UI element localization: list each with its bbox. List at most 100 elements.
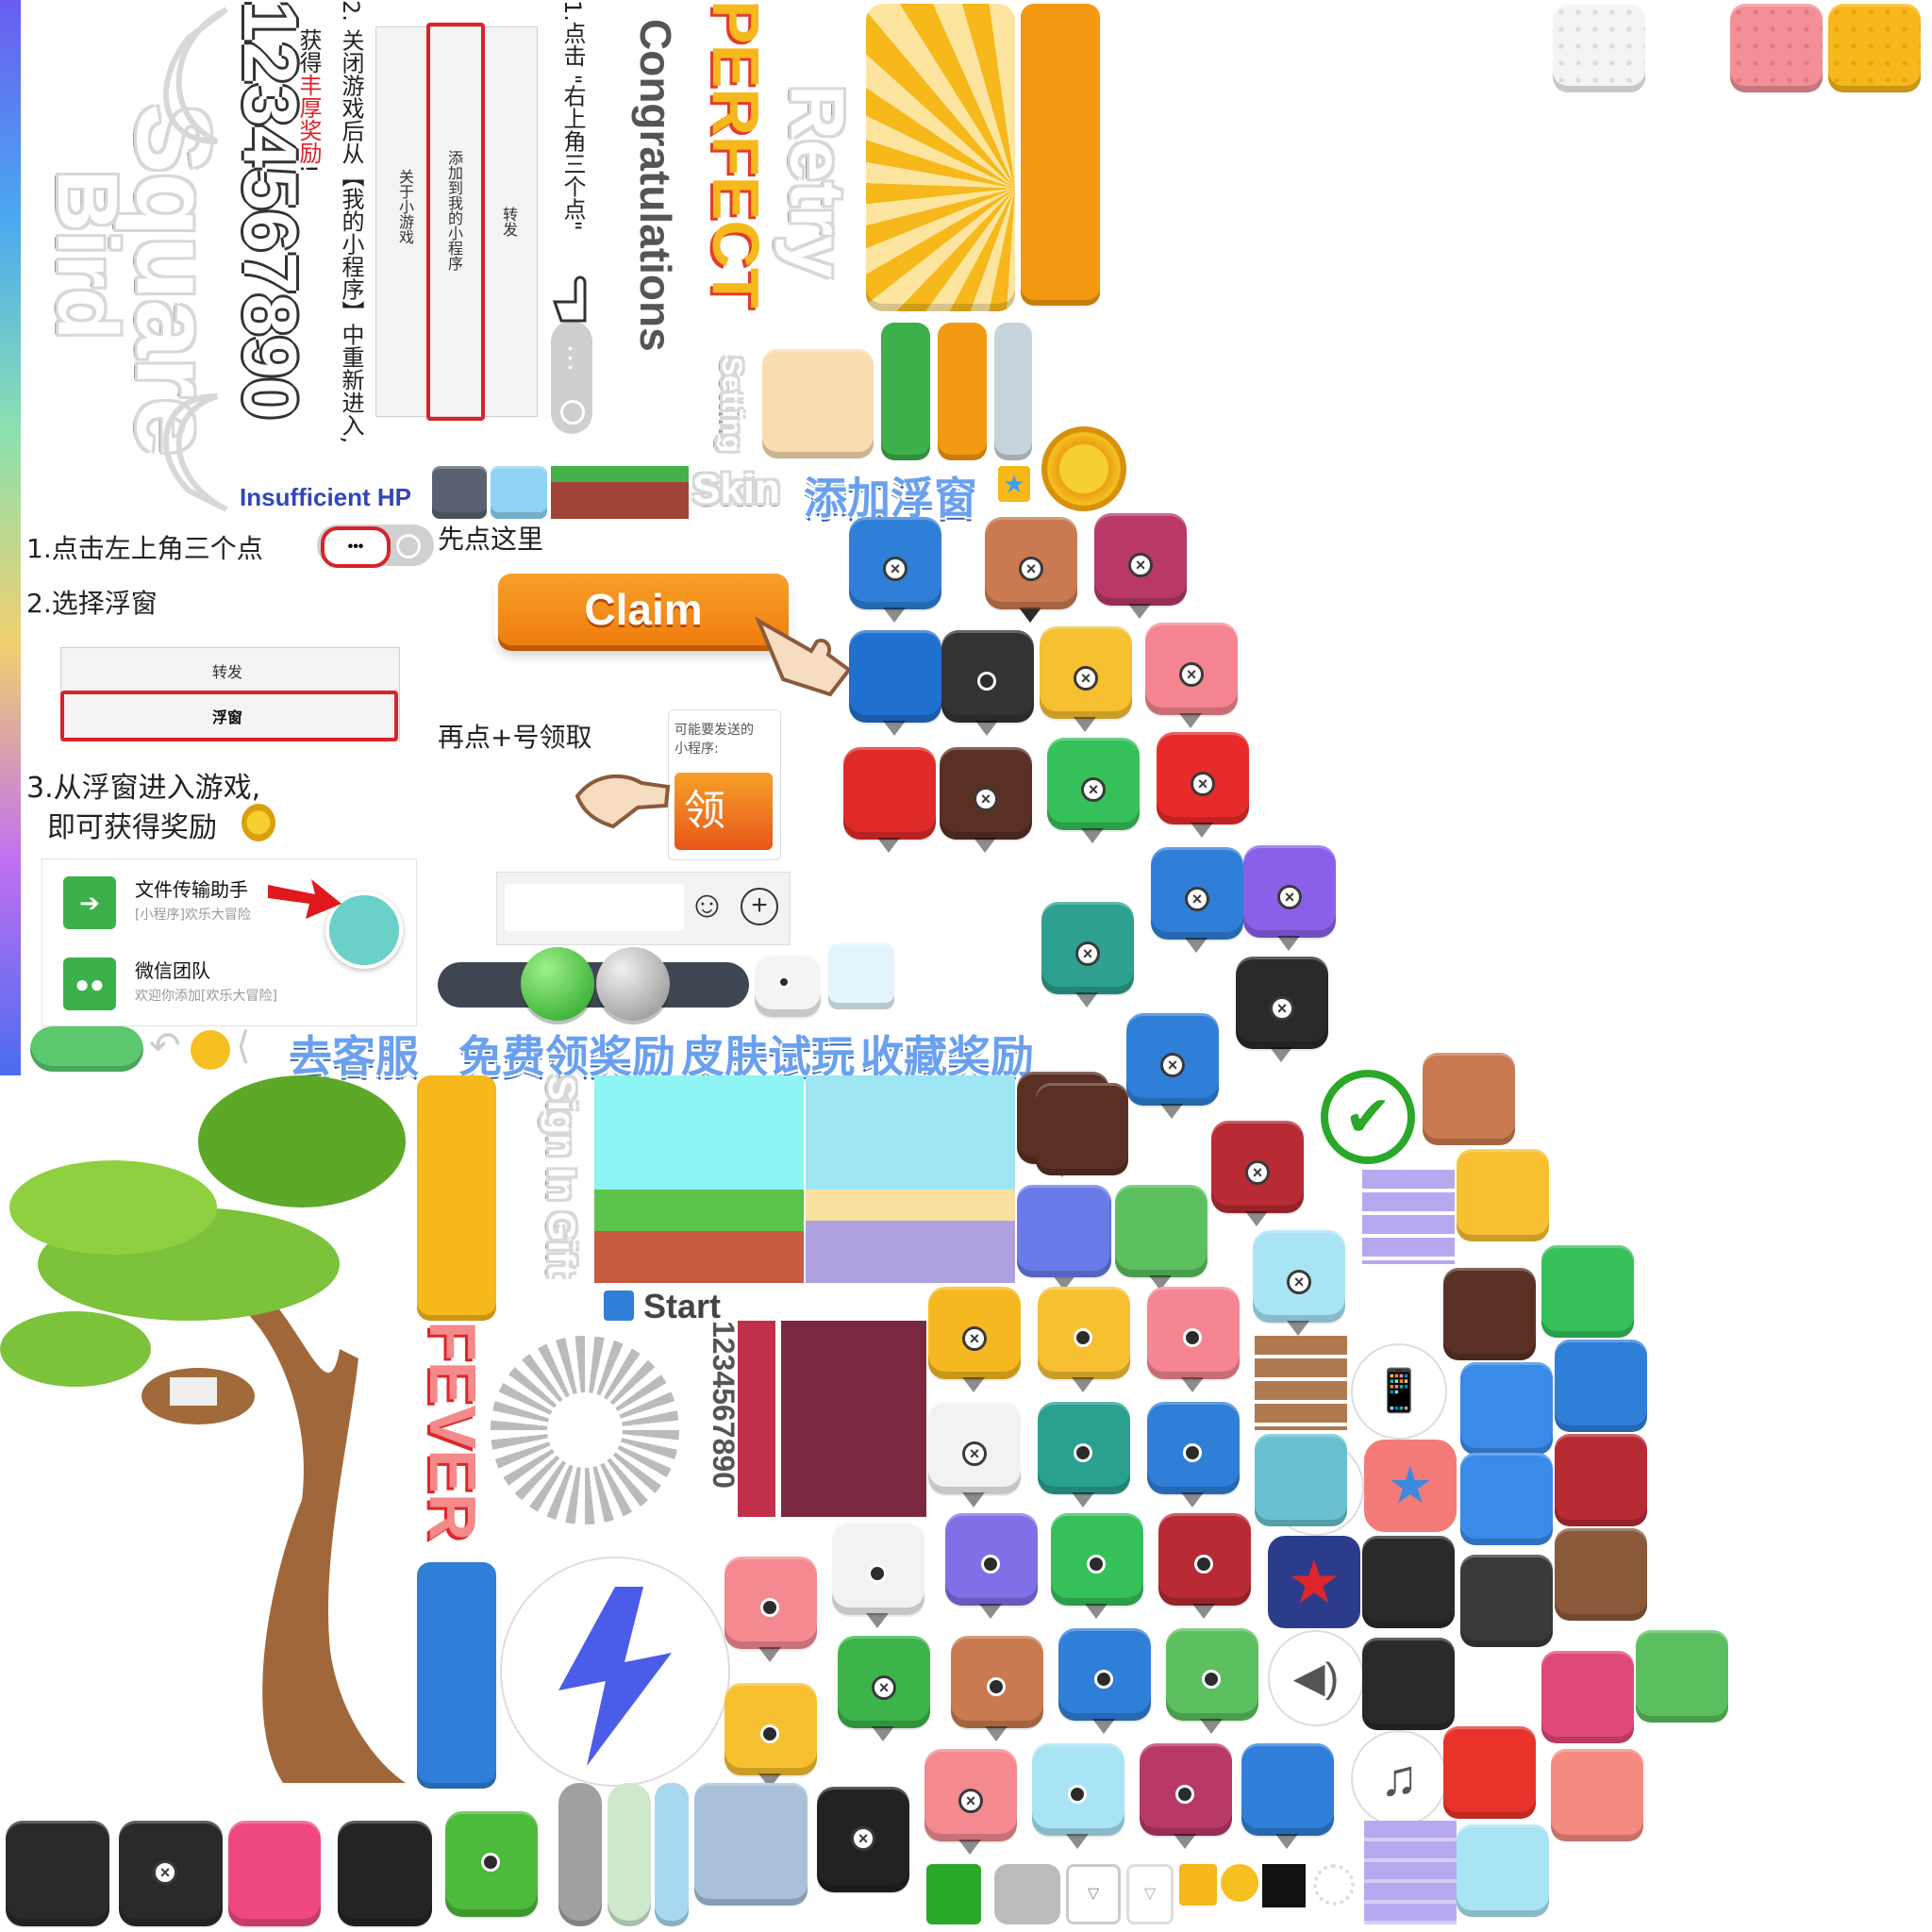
close-ring-icon xyxy=(560,400,585,425)
skin-tile-7 xyxy=(1555,1340,1647,1432)
dropdown-icon[interactable]: ▽ xyxy=(1066,1864,1121,1924)
claim-button[interactable]: Claim xyxy=(498,574,789,645)
phone-vibrate-icon[interactable]: 📱 xyxy=(1351,1343,1447,1440)
black-bolt-bird[interactable] xyxy=(338,1821,432,1926)
bird-skin-36[interactable] xyxy=(1058,1628,1151,1734)
emoji-icon[interactable]: ☺ xyxy=(688,884,729,925)
capsule-button-vertical[interactable]: • • • xyxy=(551,321,592,434)
bird-skin-30[interactable] xyxy=(1051,1513,1143,1619)
bird-eye xyxy=(1087,1555,1106,1574)
close-icon: × xyxy=(962,1441,987,1466)
bird-skin-23[interactable]: × xyxy=(928,1287,1021,1392)
bird-skin-39[interactable]: × xyxy=(924,1749,1017,1855)
bird-skin-6[interactable] xyxy=(941,630,1034,736)
bird-skin-33[interactable] xyxy=(832,1523,924,1628)
toggle-knob-grey[interactable] xyxy=(596,947,670,1021)
bird-skin-5[interactable] xyxy=(849,630,941,736)
lightning-badge xyxy=(500,1557,730,1787)
bird-skin-28[interactable] xyxy=(1147,1402,1240,1507)
star-badge-icon[interactable]: ★ xyxy=(1364,1440,1457,1532)
close-icon: × xyxy=(1081,777,1106,802)
bird-beak xyxy=(1085,1604,1108,1619)
instruction-prefix: 获得 xyxy=(295,28,322,74)
green-bird-bottom[interactable] xyxy=(445,1811,538,1917)
share-icon[interactable]: ⟨ xyxy=(236,1024,251,1068)
capsule-button-horizontal[interactable]: ••• xyxy=(317,525,434,568)
bird-eye xyxy=(981,1555,1000,1574)
bird-beak xyxy=(1287,1321,1309,1336)
skin-tile-1 xyxy=(1017,1185,1109,1277)
yellow-bar-tall xyxy=(417,1075,496,1321)
lightgreen-pill xyxy=(608,1783,651,1926)
bird-skin-26[interactable]: × xyxy=(928,1402,1021,1507)
bird-skin-42[interactable] xyxy=(1241,1743,1334,1849)
bird-skin-9[interactable] xyxy=(843,747,936,853)
orange-bar-small xyxy=(938,323,987,460)
bird-skin-25[interactable] xyxy=(1147,1287,1240,1392)
bird-skin-7[interactable]: × xyxy=(1040,626,1132,732)
toggle-knob-green[interactable] xyxy=(521,947,594,1021)
claim-popup-button[interactable]: 领 xyxy=(675,773,773,850)
bird-skin-13[interactable]: × xyxy=(1151,847,1243,953)
bird-skin-4[interactable]: × xyxy=(1094,513,1187,619)
music-note-icon[interactable]: ♫ xyxy=(1351,1730,1447,1826)
green-bar xyxy=(881,323,930,460)
bird-skin-16[interactable]: × xyxy=(1236,957,1328,1062)
bird-skin-34[interactable]: × xyxy=(838,1636,930,1741)
slate-tile xyxy=(432,466,487,519)
back-icon[interactable]: ↶ xyxy=(149,1024,181,1068)
bird-skin-3[interactable]: × xyxy=(985,517,1077,623)
black-bird-2[interactable]: × xyxy=(119,1821,223,1926)
black-crow-bird[interactable]: × xyxy=(817,1787,909,1892)
close-icon: × xyxy=(974,787,998,811)
dropdown-icon-2[interactable]: ▽ xyxy=(1126,1864,1174,1924)
lavender-strip-bottom xyxy=(1364,1821,1457,1924)
bird-skin-29[interactable] xyxy=(945,1513,1038,1619)
pink-bow-bird[interactable] xyxy=(228,1821,321,1926)
bird-skin-0[interactable]: × xyxy=(849,517,941,623)
bird-skin-20[interactable]: × xyxy=(1253,1230,1345,1336)
spinner-center xyxy=(547,1392,623,1468)
bird-beak xyxy=(1174,1834,1196,1849)
bird-skin-24[interactable] xyxy=(1038,1287,1130,1392)
checkmark-icon: ✔ xyxy=(1321,1070,1415,1164)
skin-tile-8 xyxy=(1460,1453,1553,1545)
bird-skin-19[interactable]: × xyxy=(1211,1121,1304,1226)
bird-beak xyxy=(1081,828,1104,843)
popup-line2: 小程序: xyxy=(675,741,719,757)
bird-skin-27[interactable] xyxy=(1038,1402,1130,1507)
bird-skin-17[interactable]: × xyxy=(1126,1013,1219,1119)
gear-icon[interactable] xyxy=(1313,1864,1355,1906)
black-bird-1[interactable] xyxy=(6,1821,109,1926)
bird-skin-15[interactable]: × xyxy=(1041,902,1134,1008)
green-pill-button[interactable] xyxy=(30,1026,143,1072)
bird-skin-40[interactable] xyxy=(1032,1743,1124,1849)
bird-beak xyxy=(974,838,996,853)
grey-rounded-button[interactable] xyxy=(994,1864,1060,1924)
bird-skin-31[interactable] xyxy=(1158,1513,1251,1619)
bird-skin-22[interactable] xyxy=(1115,1185,1208,1291)
star-navy-icon[interactable]: ★ xyxy=(1268,1536,1360,1628)
bird-skin-11[interactable]: × xyxy=(1047,738,1140,843)
back-arrow-button[interactable] xyxy=(926,1864,981,1924)
bird-skin-10[interactable]: × xyxy=(940,747,1032,853)
speaker-icon[interactable]: ◀) xyxy=(1268,1630,1364,1726)
more-button[interactable]: ••• xyxy=(321,526,391,568)
bird-skin-32[interactable] xyxy=(724,1557,817,1662)
bird-eye xyxy=(868,1564,887,1583)
bird-skin-14[interactable]: × xyxy=(1243,845,1336,951)
bird-beak xyxy=(962,1492,985,1507)
sky-sand-background xyxy=(806,1075,1015,1283)
close-icon: × xyxy=(1160,1053,1185,1077)
bird-skin-37[interactable] xyxy=(1166,1628,1258,1734)
close-icon: × xyxy=(958,1789,983,1813)
bird-skin-38[interactable] xyxy=(724,1683,817,1789)
bird-skin-41[interactable] xyxy=(1140,1743,1232,1849)
send-popup: 可能要发送的 小程序: 领 xyxy=(668,709,781,860)
plus-button[interactable]: + xyxy=(741,888,778,925)
bird-skin-8[interactable]: × xyxy=(1145,623,1238,728)
bird-skin-35[interactable] xyxy=(951,1636,1043,1741)
bird-skin-12[interactable]: × xyxy=(1157,732,1249,838)
float-step1: 1.点击左上角三个点 xyxy=(26,533,263,564)
message-input[interactable] xyxy=(505,884,684,931)
